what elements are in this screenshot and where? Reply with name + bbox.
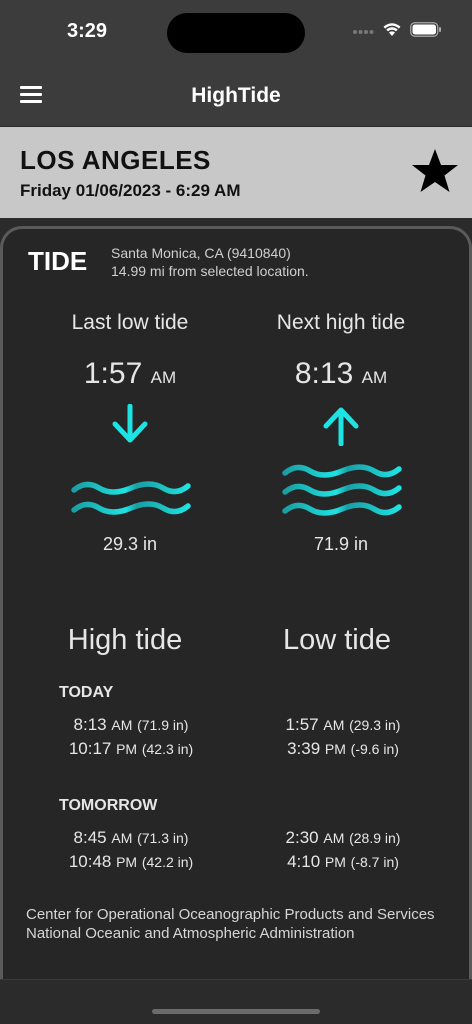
arrow-down-icon [110, 403, 150, 446]
tomorrow-low-tides: 2:30 AM (28.9 in) 4:10 PM (-8.7 in) [243, 826, 443, 874]
list-item: 1:57 AM (29.3 in) [285, 715, 401, 734]
list-item: 8:45 AM (71.3 in) [73, 828, 189, 847]
app-title: HighTide [191, 84, 281, 107]
current-datetime: Friday 01/06/2023 - 6:29 AM [20, 181, 241, 200]
city-name: LOS ANGELES [20, 145, 211, 175]
station-distance: 14.99 mi from selected location. [111, 263, 309, 279]
last-low-tide-time: 1:57 AM [83, 357, 177, 390]
today-low-tides: 1:57 AM (29.3 in) 3:39 PM (-9.6 in) [243, 713, 443, 761]
list-item: 3:39 PM (-9.6 in) [287, 739, 399, 758]
wifi-icon [382, 22, 402, 42]
arrow-up-icon [321, 404, 361, 447]
nav-bar: HighTide [0, 64, 472, 127]
home-indicator[interactable] [152, 1009, 320, 1014]
list-item: 10:48 PM (42.2 in) [68, 852, 194, 871]
next-high-tide-time: 8:13 AM [294, 357, 388, 390]
list-item: 10:17 PM (42.3 in) [68, 739, 194, 758]
credit-line-2: National Oceanic and Atmospheric Adminis… [26, 924, 355, 942]
status-time: 3:29 [67, 20, 108, 42]
credit-line-1: Center for Operational Oceanographic Pro… [26, 906, 435, 923]
cellular-signal-icon [352, 23, 374, 41]
list-item: 8:13 AM (71.9 in) [73, 715, 189, 734]
low-tide-section-title: Low tide [282, 624, 391, 656]
list-item: 2:30 AM (28.9 in) [285, 828, 401, 847]
next-high-tide-title: Next high tide [276, 311, 406, 334]
tomorrow-label: TOMORROW [59, 797, 158, 814]
last-low-tide-height: 29.3 in [102, 534, 158, 554]
last-low-tide-title: Last low tide [71, 311, 189, 334]
data-credits: Center for Operational Oceanographic Pro… [26, 906, 446, 943]
tomorrow-high-tides: 8:45 AM (71.3 in) 10:48 PM (42.2 in) [31, 826, 231, 874]
bottom-bar [0, 979, 472, 1024]
station-info: Santa Monica, CA (9410840) 14.99 mi from… [111, 244, 309, 280]
high-waves-icon [282, 459, 402, 526]
battery-icon [410, 22, 442, 42]
status-icons [352, 22, 442, 42]
low-waves-icon [71, 476, 191, 525]
station-name: Santa Monica, CA (9410840) [111, 245, 291, 261]
today-high-tides: 8:13 AM (71.9 in) 10:17 PM (42.3 in) [31, 713, 231, 761]
dynamic-island [167, 13, 305, 53]
high-tide-section-title: High tide [67, 624, 183, 656]
today-label: TODAY [59, 684, 114, 701]
favorite-star-icon[interactable] [410, 147, 460, 195]
status-bar: 3:29 [0, 0, 472, 64]
list-item: 4:10 PM (-8.7 in) [287, 852, 399, 871]
tide-label: TIDE [28, 246, 88, 276]
location-header: LOS ANGELES Friday 01/06/2023 - 6:29 AM [0, 127, 472, 218]
tide-card: TIDE Santa Monica, CA (9410840) 14.99 mi… [0, 226, 472, 986]
next-high-tide-height: 71.9 in [313, 534, 369, 554]
